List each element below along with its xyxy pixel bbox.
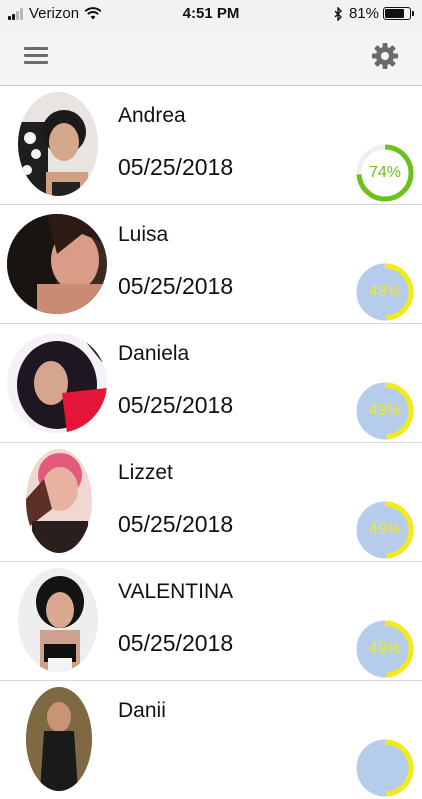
- profile-date: 05/25/2018: [118, 154, 234, 180]
- progress-percent: 49%: [368, 640, 402, 657]
- profile-row[interactable]: Lizzet 05/25/2018 49%: [0, 443, 422, 562]
- progress-percent: 74%: [368, 164, 402, 181]
- bluetooth-icon: [334, 6, 342, 21]
- profile-list: Andrea 05/25/2018 74% Luisa 05/25/2018 4…: [0, 86, 422, 799]
- progress-ring: 49%: [356, 263, 414, 321]
- profile-name: Lizzet: [118, 461, 173, 484]
- avatar: [26, 687, 92, 791]
- profile-row[interactable]: Daniela 05/25/2018 49%: [0, 324, 422, 443]
- progress-percent: 49%: [368, 402, 402, 419]
- progress-percent: 49%: [368, 521, 402, 538]
- avatar: [26, 449, 92, 553]
- profile-row[interactable]: VALENTINA 05/25/2018 49%: [0, 562, 422, 681]
- battery-level: [385, 9, 404, 18]
- profile-name: Danii: [118, 699, 166, 722]
- progress-ring: 49%: [356, 501, 414, 559]
- profile-date: 05/25/2018: [118, 511, 234, 537]
- progress-ring: 74%: [356, 144, 414, 202]
- battery-percent: 81%: [348, 5, 379, 22]
- profile-date: 05/25/2018: [118, 392, 234, 418]
- profile-name: VALENTINA: [118, 580, 234, 603]
- gear-icon[interactable]: [370, 41, 400, 71]
- progress-percent: 49%: [368, 283, 402, 300]
- profile-name: Luisa: [118, 223, 169, 246]
- avatar: [7, 333, 107, 433]
- profile-row[interactable]: Luisa 05/25/2018 49%: [0, 205, 422, 324]
- hamburger-menu-icon[interactable]: [24, 45, 50, 67]
- battery-nub: [412, 11, 414, 16]
- profile-date: 05/25/2018: [118, 273, 234, 299]
- profile-name: Andrea: [118, 104, 186, 127]
- progress-ring: 49%: [356, 620, 414, 678]
- progress-ring: [356, 739, 414, 797]
- profile-row[interactable]: Danii: [0, 681, 422, 799]
- avatar: [18, 568, 98, 672]
- profile-row[interactable]: Andrea 05/25/2018 74%: [0, 86, 422, 205]
- profile-date: 05/25/2018: [118, 630, 234, 656]
- profile-name: Daniela: [118, 342, 190, 365]
- battery-icon: [383, 7, 411, 20]
- nav-bar: [0, 28, 422, 86]
- progress-ring: 49%: [356, 382, 414, 440]
- status-bar: Verizon 4:51 PM 81%: [0, 0, 422, 28]
- status-right: 81%: [334, 5, 414, 22]
- avatar: [18, 92, 98, 196]
- avatar: [7, 214, 107, 314]
